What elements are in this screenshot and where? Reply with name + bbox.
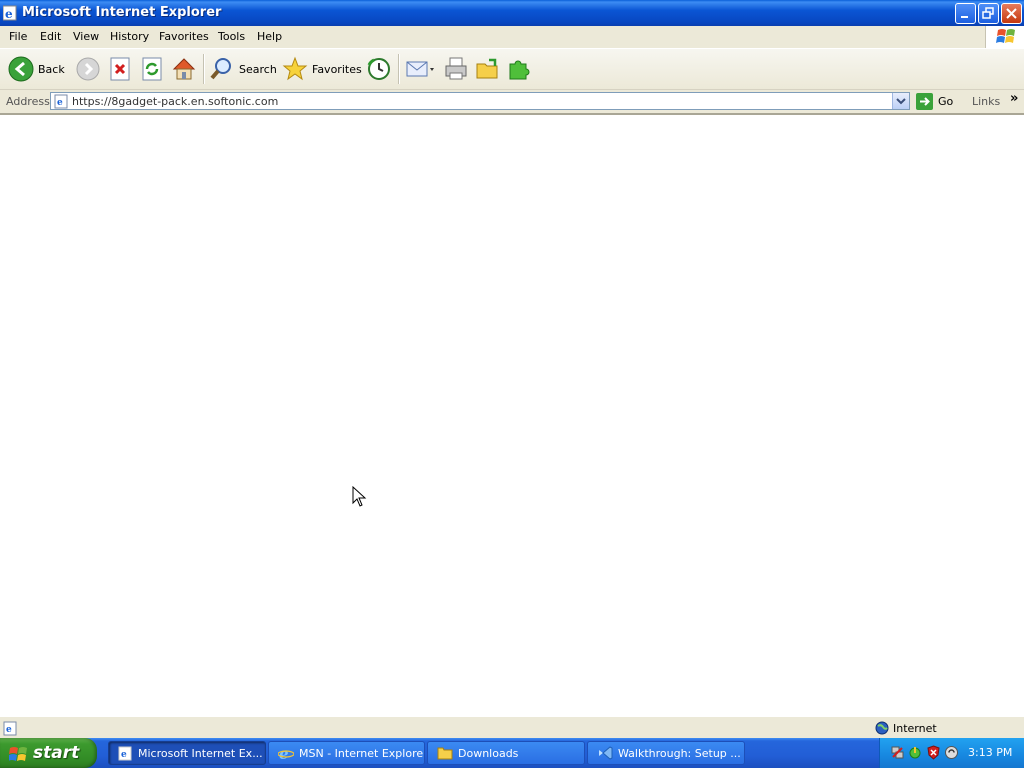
menu-help[interactable]: Help [257,30,282,43]
favorites-label: Favorites [312,62,362,76]
menu-tools[interactable]: Tools [218,30,245,43]
taskbar-item-label: MSN - Internet Explorer [299,746,425,760]
system-tray: 3:13 PM [879,738,1024,768]
menu-bar: File Edit View History Favorites Tools H… [0,26,1024,49]
folder-icon [437,746,453,760]
visual-studio-icon [597,745,613,761]
puzzle-piece-icon [509,60,530,80]
favorites-button[interactable]: Favorites [282,55,362,83]
go-label: Go [938,95,954,108]
volume-tray-icon[interactable] [944,745,959,763]
chevron-right-icon[interactable]: » [1010,91,1018,106]
minimize-button[interactable] [955,3,976,24]
ie-logo-icon: e [278,745,294,761]
edit-button[interactable] [475,55,501,83]
go-button[interactable]: Go [916,93,953,110]
taskbar-item-msn[interactable]: e MSN - Internet Explorer [268,741,425,765]
menu-favorites[interactable]: Favorites [159,30,209,43]
restore-button[interactable] [978,3,999,24]
search-label: Search [239,62,277,76]
standard-toolbar: Back Search Favorites [0,49,1024,90]
close-button[interactable] [1001,3,1022,24]
toolbar-separator [398,54,400,84]
stop-icon [110,57,130,81]
svg-text:e: e [279,745,289,761]
address-bar: Address e https://8gadget-pack.en.softon… [0,90,1024,115]
mail-icon [406,61,434,77]
taskbar: start e Microsoft Internet Ex... e MSN -… [0,738,1024,768]
links-button[interactable]: Links [972,95,1000,108]
stop-button[interactable] [108,55,132,83]
security-shield-tray-icon[interactable] [926,745,941,763]
print-icon [445,57,467,80]
refresh-button[interactable] [140,55,164,83]
page-status-icon: e [3,721,17,736]
back-label: Back [38,62,65,76]
ie-window-icon[interactable]: e [2,5,19,21]
folder-edit-icon [476,58,498,79]
search-button[interactable]: Search [209,55,277,83]
refresh-icon [142,57,162,81]
taskbar-item-walkthrough[interactable]: Walkthrough: Setup ... [587,741,745,765]
taskbar-item-label: Microsoft Internet Ex... [138,746,263,760]
globe-icon [875,721,889,735]
svg-text:e: e [57,98,63,108]
history-icon [367,58,390,80]
home-icon [172,58,196,80]
security-zone[interactable]: Internet [875,721,937,735]
taskbar-item-downloads[interactable]: Downloads [427,741,585,765]
forward-arrow-icon [76,57,100,81]
svg-text:e: e [5,7,13,21]
search-icon [210,58,231,80]
network-tray-icon[interactable] [890,745,905,763]
windows-logo-icon [985,26,1024,48]
zone-label: Internet [893,721,937,735]
page-content[interactable] [0,115,1024,716]
chevron-down-icon [896,98,906,105]
ie-page-icon: e [118,746,133,761]
history-button[interactable] [366,55,392,83]
mouse-cursor-icon [352,486,367,507]
menu-view[interactable]: View [73,30,99,43]
address-input[interactable]: e https://8gadget-pack.en.softonic.com [50,92,910,110]
favorites-star-icon [282,56,308,81]
home-button[interactable] [171,55,197,83]
start-button[interactable]: start [0,738,97,768]
status-bar: e Internet [0,716,1024,739]
update-tray-icon[interactable] [908,745,923,763]
windows-flag-icon [9,747,27,761]
print-button[interactable] [443,55,469,83]
svg-text:e: e [121,750,127,760]
page-icon: e [54,94,68,109]
window-title: Microsoft Internet Explorer [22,5,222,20]
mail-button[interactable] [405,55,435,83]
clock[interactable]: 3:13 PM [968,746,1012,759]
back-arrow-icon [8,56,34,82]
title-bar[interactable]: e Microsoft Internet Explorer [0,0,1024,26]
addon-button[interactable] [506,55,532,83]
svg-text:e: e [6,725,12,735]
back-button[interactable]: Back [8,55,65,83]
start-label: start [33,743,80,763]
toolbar-separator [203,54,205,84]
address-dropdown-button[interactable] [892,93,909,109]
taskbar-item-ie-active[interactable]: e Microsoft Internet Ex... [108,741,266,765]
address-label: Address [6,95,50,108]
menu-file[interactable]: File [9,30,27,43]
menu-history[interactable]: History [110,30,149,43]
address-url[interactable]: https://8gadget-pack.en.softonic.com [72,95,278,108]
go-arrow-icon [916,93,933,110]
taskbar-item-label: Downloads [458,746,519,760]
forward-button[interactable] [76,55,100,83]
taskbar-item-label: Walkthrough: Setup ... [618,746,741,760]
menu-edit[interactable]: Edit [40,30,61,43]
